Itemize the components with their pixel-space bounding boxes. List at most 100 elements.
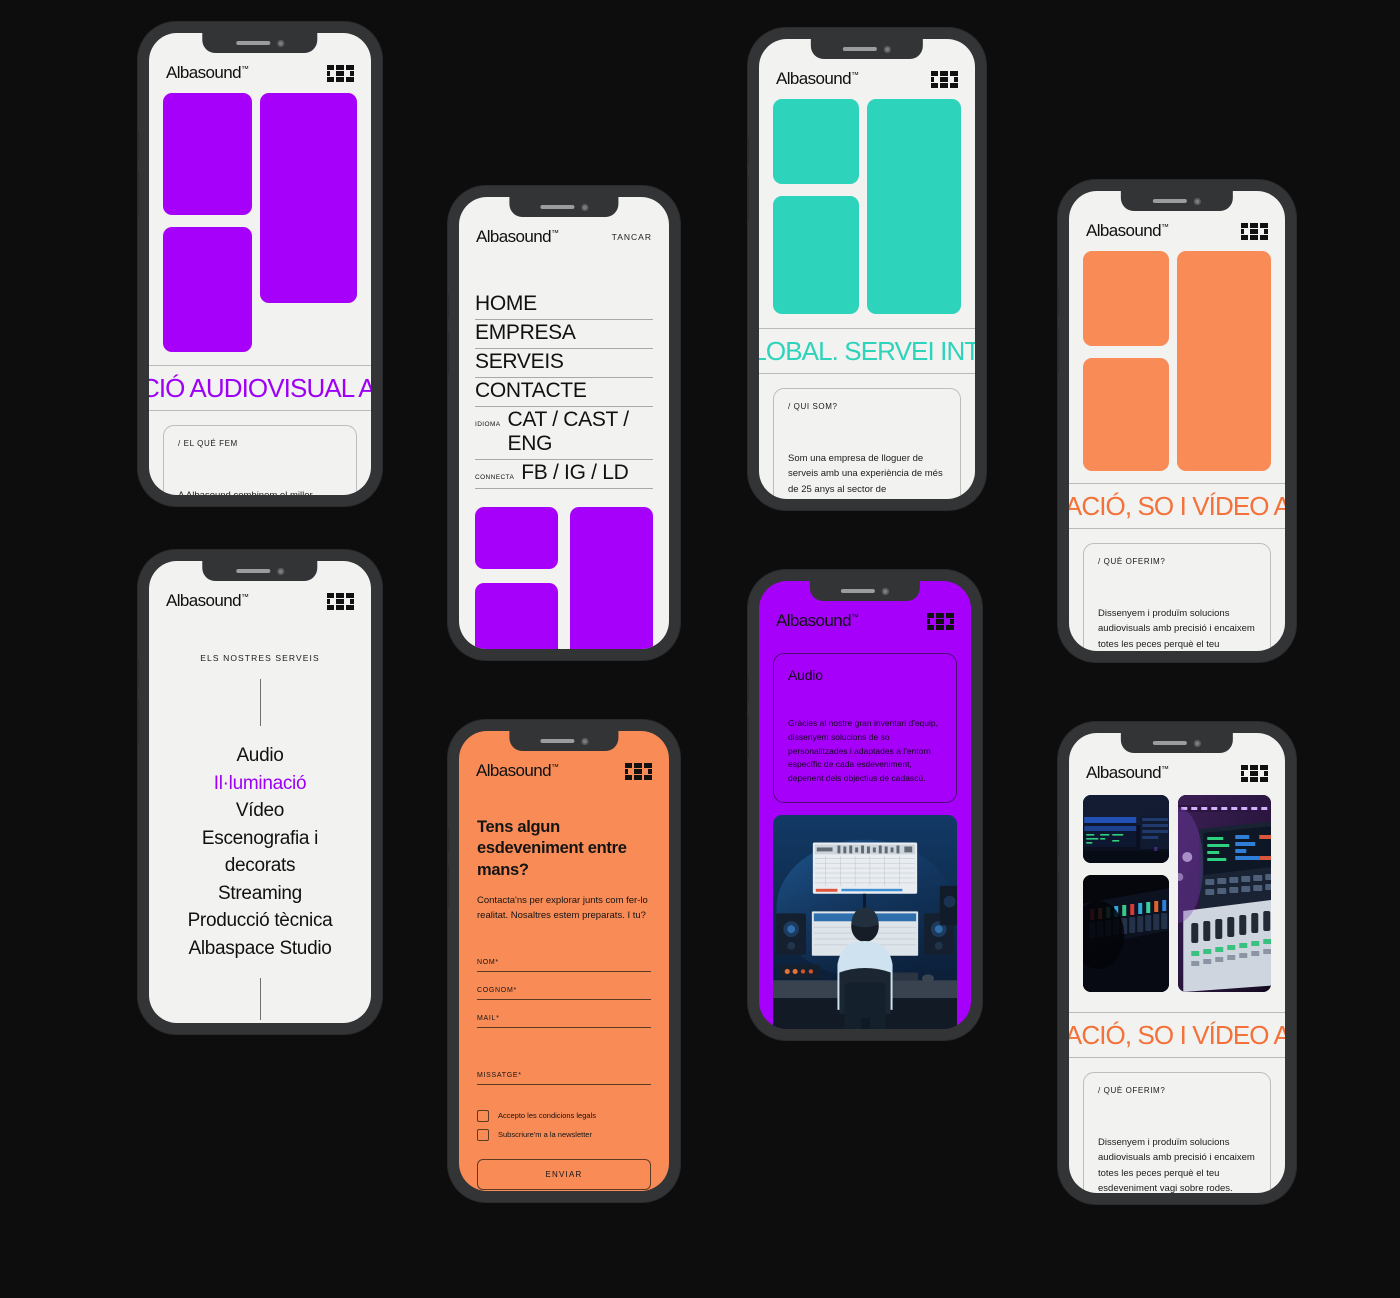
- brand-wordmark[interactable]: Albasound™: [1086, 763, 1169, 783]
- notch: [1120, 733, 1234, 753]
- earpiece-speaker: [843, 47, 877, 51]
- checkbox-newsletter-label: Subscriure'm a la newsletter: [498, 1130, 592, 1140]
- service-item-audio[interactable]: Audio: [167, 742, 353, 770]
- field-mail[interactable]: MAIL*: [477, 1015, 651, 1028]
- card-eyebrow: / QUÈ OFERIM?: [1098, 557, 1166, 566]
- hero-tiles: [1069, 241, 1285, 471]
- gallery-photo-2[interactable]: [1083, 875, 1170, 992]
- divider-top: [259, 679, 261, 726]
- hero-tile-2[interactable]: [163, 227, 253, 352]
- brand-wordmark[interactable]: Albasound™: [1086, 221, 1169, 241]
- albasound-logomark-icon[interactable]: [327, 64, 354, 82]
- contact-heading: Tens algun esdeveniment entre mans?: [477, 818, 627, 879]
- brand-wordmark[interactable]: Albasound™: [166, 63, 249, 83]
- albasound-logomark-icon[interactable]: [931, 70, 958, 88]
- submit-button[interactable]: ENVIAR: [477, 1158, 651, 1190]
- screen-home-purple: Albasound™ IÓ AUDIOVISUAL / EL QUÉ FEM: [149, 33, 371, 495]
- albasound-logomark-icon[interactable]: [625, 762, 652, 780]
- earpiece-speaker: [1153, 199, 1187, 203]
- card-body-text: Dissenyem i produïm solucions audiovisua…: [1098, 1137, 1255, 1193]
- gallery-photo-3[interactable]: [1178, 795, 1271, 992]
- brand-tm: ™: [240, 64, 249, 74]
- checkbox-legal-label: Accepto les condicions legals: [498, 1111, 596, 1121]
- brand-name: Albasound: [1086, 763, 1162, 782]
- contact-fields: NOM* COGNOM* MAIL* MISSATGE*: [459, 923, 669, 1085]
- field-missatge-label: MISSATGE*: [477, 1071, 522, 1079]
- service-item-escenografia[interactable]: Escenografia i decorats: [167, 825, 353, 880]
- brand-wordmark[interactable]: Albasound™: [476, 227, 559, 247]
- headline-text: NACIÓ, SO I VÍDEO AMB: [1069, 1019, 1285, 1050]
- brand-wordmark[interactable]: Albasound™: [476, 761, 559, 781]
- albasound-logomark-icon[interactable]: [927, 612, 954, 630]
- service-item-illuminacio[interactable]: Il·luminació: [167, 770, 353, 798]
- lighting-desk-illustration: [1178, 795, 1271, 992]
- menu-tile-1[interactable]: [475, 507, 558, 569]
- divider-bottom: [259, 978, 261, 1021]
- earpiece-speaker: [236, 569, 270, 573]
- checkbox-row-legal[interactable]: Accepto les condicions legals: [477, 1109, 651, 1122]
- menu-tile-3[interactable]: [570, 507, 653, 649]
- service-item-streaming[interactable]: Streaming: [167, 880, 353, 908]
- service-item-video[interactable]: Vídeo: [167, 797, 353, 825]
- field-nom[interactable]: NOM*: [477, 959, 651, 972]
- hero-tile-3[interactable]: [867, 99, 961, 314]
- earpiece-speaker: [540, 205, 574, 209]
- social-links[interactable]: CONNECTA FB / IG / LD: [475, 460, 653, 489]
- nav-item-empresa[interactable]: EMPRESA: [475, 320, 653, 349]
- service-item-produccio-tecnica[interactable]: Producció tècnica: [167, 907, 353, 935]
- nav-item-contacte[interactable]: CONTACTE: [475, 378, 653, 407]
- hero-tile-3[interactable]: [260, 93, 357, 303]
- albasound-logomark-icon[interactable]: [1241, 764, 1268, 782]
- notch: [810, 39, 924, 59]
- language-switcher[interactable]: IDIOMA CAT / CAST / ENG: [475, 407, 653, 460]
- screen-contact: Albasound™ Tens algun esdeveniment entre…: [459, 731, 669, 1191]
- hero-tile-2[interactable]: [773, 196, 860, 314]
- notch: [202, 33, 318, 53]
- close-menu-button[interactable]: TANCAR: [612, 232, 652, 242]
- hero-tile-1[interactable]: [1083, 251, 1170, 346]
- nav-item-label: HOME: [475, 292, 537, 315]
- audio-card-body: Gràcies al nostre gran inventari d'equip…: [788, 718, 938, 784]
- nav-item-serveis[interactable]: SERVEIS: [475, 349, 653, 378]
- card-eyebrow: / EL QUÉ FEM: [178, 439, 238, 448]
- hero-tile-3[interactable]: [1177, 251, 1271, 471]
- phone-home-purple: Albasound™ IÓ AUDIOVISUAL / EL QUÉ FEM: [138, 22, 382, 506]
- front-camera: [884, 45, 891, 53]
- phone-menu: Albasound™ TANCAR HOME EMPRESA SERVEIS C…: [448, 186, 680, 660]
- audio-photo[interactable]: [773, 814, 957, 1029]
- nav-item-label: EMPRESA: [475, 321, 576, 344]
- screen-gallery: Albasound™ CIÓ, SO I VÍDEO / QUÈ OFERIM?…: [1069, 733, 1285, 1193]
- hero-tile-2[interactable]: [1083, 358, 1170, 471]
- info-card: / EL QUÉ FEM A Albasound combinem el mil…: [163, 425, 357, 495]
- brand-name: Albasound: [776, 611, 852, 630]
- headline-text: NACIÓ, SO I VÍDEO AMB: [1069, 490, 1285, 521]
- services-title: ELS NOSTRES SERVEIS: [200, 653, 320, 663]
- brand-wordmark[interactable]: Albasound™: [776, 69, 859, 89]
- albasound-logomark-icon[interactable]: [327, 592, 354, 610]
- field-cognom[interactable]: COGNOM*: [477, 987, 651, 1000]
- checkbox-newsletter[interactable]: [477, 1128, 489, 1141]
- menu-tile-2[interactable]: [475, 583, 558, 649]
- field-missatge[interactable]: MISSATGE*: [477, 1072, 651, 1085]
- brand-tm: ™: [550, 228, 559, 238]
- headline-text: GLOBAL. SERVEI INTEG: [759, 335, 975, 366]
- contact-subheading: Contacta'ns per explorar junts com fer-l…: [477, 895, 648, 921]
- screen-services: Albasound™ ELS NOSTRES SERVEIS Audio Il·…: [149, 561, 371, 1023]
- language-value: CAT / CAST / ENG: [507, 408, 630, 455]
- hero-tile-1[interactable]: [163, 93, 253, 215]
- checkbox-row-newsletter[interactable]: Subscriure'm a la newsletter: [477, 1128, 651, 1141]
- brand-wordmark[interactable]: Albasound™: [776, 611, 859, 631]
- phone-contact: Albasound™ Tens algun esdeveniment entre…: [448, 720, 680, 1202]
- phone-home-teal: Albasound™ OBAL. SERVEI IN / QUI SOM? So…: [748, 28, 986, 510]
- nav-item-home[interactable]: HOME: [475, 291, 653, 320]
- mockup-board: Albasound ™ IÓ AUDIOVISUAL / EL QUÉ FEM A…: [0, 0, 1400, 1298]
- hero-tile-1[interactable]: [773, 99, 860, 184]
- screen-home-teal: Albasound™ OBAL. SERVEI IN / QUI SOM? So…: [759, 39, 975, 499]
- service-item-albaspace-studio[interactable]: Albaspace Studio: [167, 935, 353, 963]
- brand-tm: ™: [550, 762, 559, 772]
- brand-wordmark[interactable]: Albasound™: [166, 591, 249, 611]
- albasound-logomark-icon[interactable]: [1241, 222, 1268, 240]
- gallery-photo-1[interactable]: [1083, 795, 1170, 863]
- checkbox-legal[interactable]: [477, 1109, 489, 1122]
- phone-services: Albasound™ ELS NOSTRES SERVEIS Audio Il·…: [138, 550, 382, 1034]
